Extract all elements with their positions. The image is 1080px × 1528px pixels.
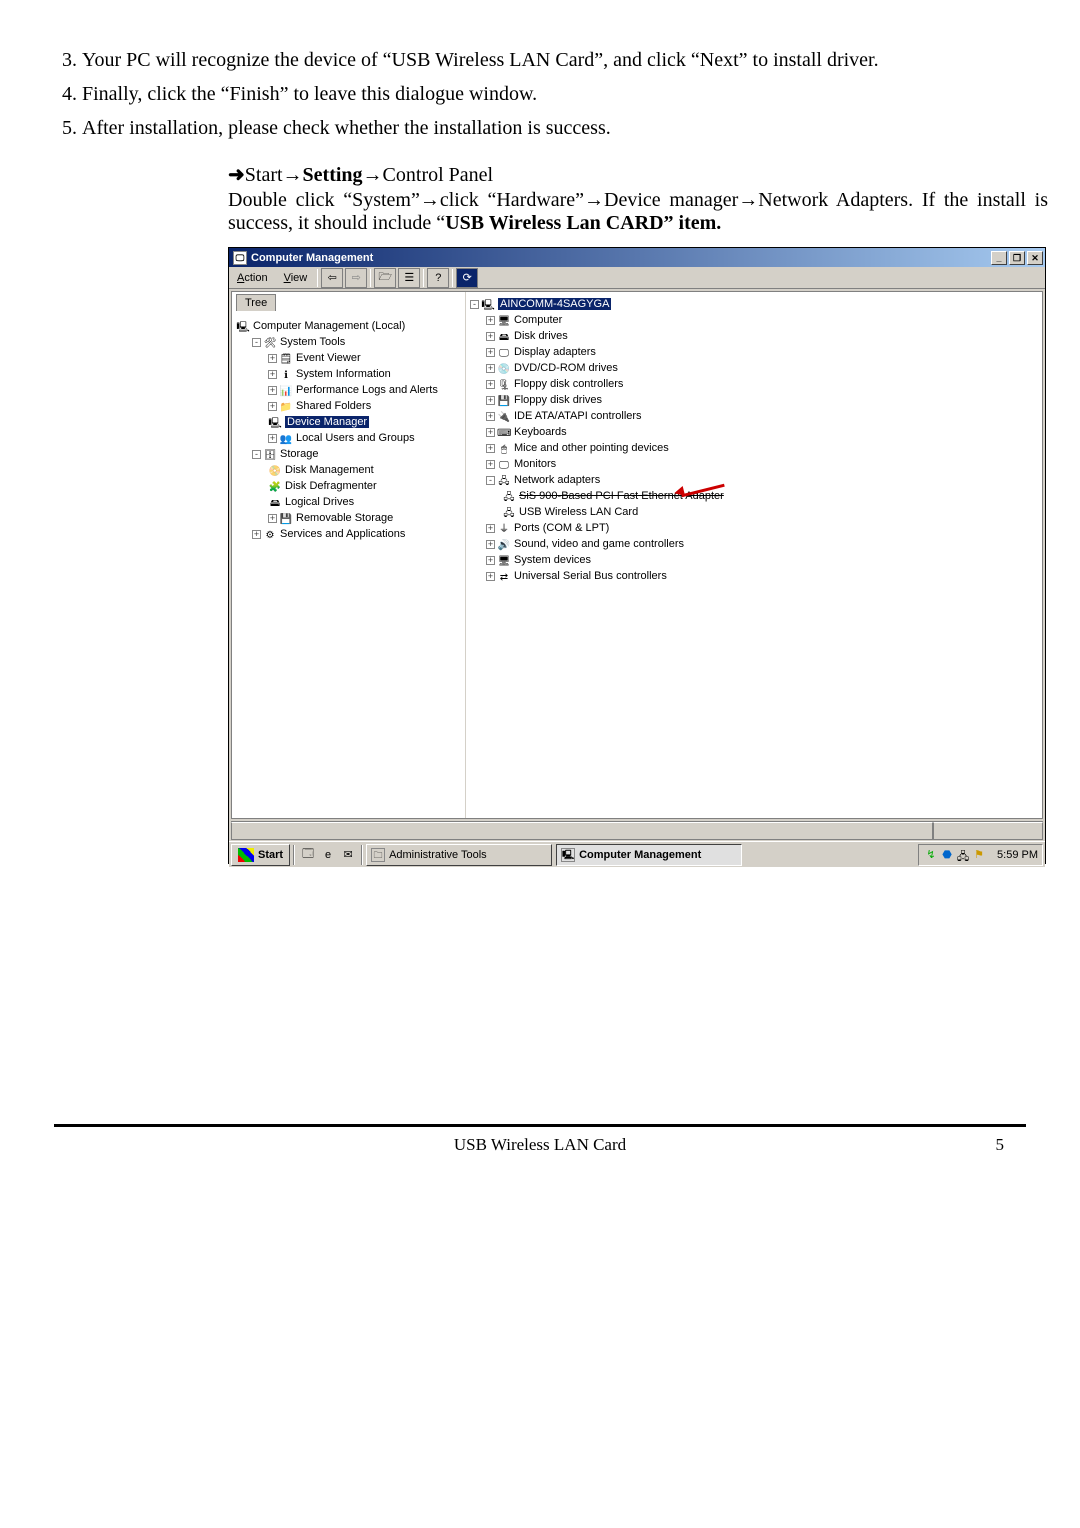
dev-computer[interactable]: +🖥Computer [486,312,1042,328]
callout-arrow-icon [676,480,726,498]
arrow-icon: ➜ [228,164,245,186]
up-button[interactable]: 🗁 [374,268,396,288]
tree-system-info[interactable]: +ℹSystem Information [268,366,465,382]
restore-button[interactable]: ❐ [1009,251,1025,265]
system-tray: ↯ ⬣ 🖧 ⚑ 5:59 PM [918,844,1043,866]
dev-mice[interactable]: +🖱Mice and other pointing devices [486,440,1042,456]
menu-action[interactable]: Action [229,270,276,286]
menu-bar: Action View ⇦ ⇨ 🗁 ☰ ? ⟳ [229,267,1045,289]
tree-logical-drives[interactable]: 🖴Logical Drives [268,494,465,510]
forward-button[interactable]: ⇨ [345,268,367,288]
tree-device-manager[interactable]: 🖳Device Manager [268,414,465,430]
tray-icon-1[interactable]: ↯ [924,848,938,862]
quicklaunch-desktop[interactable]: 🗔 [299,846,317,864]
footer: USB Wireless LAN Card 5 [54,1135,1026,1155]
dev-floppy-ctrl[interactable]: +🗜Floppy disk controllers [486,376,1042,392]
window-title: Computer Management [251,252,989,264]
statusbar-cell-2 [933,822,1043,840]
app-icon: 🖵 [233,251,247,265]
dev-ide[interactable]: +🔌IDE ATA/ATAPI controllers [486,408,1042,424]
tree-local-users[interactable]: +👥Local Users and Groups [268,430,465,446]
footer-rule-thin [54,1126,1026,1127]
dev-floppy-drives[interactable]: +💾Floppy disk drives [486,392,1042,408]
tree-services-apps[interactable]: +⚙Services and Applications [252,526,465,542]
computer-management-window: 🖵 Computer Management _ ❐ ✕ Action View … [228,247,1046,864]
dev-ports[interactable]: +⏚Ports (COM & LPT) [486,520,1042,536]
tree-removable-storage[interactable]: +💾Removable Storage [268,510,465,526]
status-bar [231,821,1043,839]
tray-icon-4[interactable]: ⚑ [972,848,986,862]
tree-pane: Tree 🖳Computer Management (Local) -🛠Syst… [232,292,466,818]
minimize-button[interactable]: _ [991,251,1007,265]
quicklaunch-ie[interactable]: e [319,846,337,864]
dev-root[interactable]: -🖳AINCOMM-4SAGYGA +🖥Computer +🖴Disk driv… [470,296,1042,584]
close-button[interactable]: ✕ [1027,251,1043,265]
task-computer-management[interactable]: 🖳 Computer Management [556,844,742,866]
dev-disk-drives[interactable]: +🖴Disk drives [486,328,1042,344]
computer-icon: 🖳 [561,848,575,862]
dev-system-devices[interactable]: +🖥System devices [486,552,1042,568]
tray-icon-2[interactable]: ⬣ [940,848,954,862]
nav-path: ➜Start→Setting→Control Panel [228,162,1048,187]
start-label: Start [258,849,283,861]
folder-icon: 🗀 [371,848,385,862]
footer-page-number: 5 [826,1135,1026,1155]
task-admin-tools[interactable]: 🗀 Administrative Tools [366,844,552,866]
explain-paragraph: Double click “System”→click “Hardware”→D… [228,189,1048,235]
tree-system-tools[interactable]: -🛠System Tools +🗒Event Viewer +ℹSystem I… [252,334,465,446]
tree-disk-defrag[interactable]: 🧩Disk Defragmenter [268,478,465,494]
clock[interactable]: 5:59 PM [997,849,1038,861]
dev-dvd[interactable]: +💿DVD/CD-ROM drives [486,360,1042,376]
properties-button[interactable]: ☰ [398,268,420,288]
tree-event-viewer[interactable]: +🗒Event Viewer [268,350,465,366]
footer-title: USB Wireless LAN Card [254,1135,826,1155]
tree-shared-folders[interactable]: +📁Shared Folders [268,398,465,414]
dev-sound[interactable]: +🔊Sound, video and game controllers [486,536,1042,552]
instruction-5: After installation, please check whether… [82,112,1026,144]
tree-disk-management[interactable]: 📀Disk Management [268,462,465,478]
quicklaunch-outlook[interactable]: ✉ [339,846,357,864]
tree-tab[interactable]: Tree [236,294,276,311]
dev-network[interactable]: -🖧Network adapters 🖧SiS 900-Based PCI Fa… [486,472,1042,520]
tree-storage[interactable]: -🗄Storage 📀Disk Management 🧩Disk Defragm… [252,446,465,526]
windows-logo-icon [238,848,254,862]
instruction-3: Your PC will recognize the device of “US… [82,44,1026,76]
dev-sis-adapter[interactable]: 🖧SiS 900-Based PCI Fast Ethernet Adapter [502,488,1042,504]
dev-usb-controllers[interactable]: +⇄Universal Serial Bus controllers [486,568,1042,584]
refresh-button[interactable]: ⟳ [456,268,478,288]
help-button[interactable]: ? [427,268,449,288]
tree-perf-logs[interactable]: +📊Performance Logs and Alerts [268,382,465,398]
window-titlebar[interactable]: 🖵 Computer Management _ ❐ ✕ [229,248,1045,267]
tree-root[interactable]: 🖳Computer Management (Local) -🛠System To… [236,318,465,542]
dev-monitors[interactable]: +🖵Monitors [486,456,1042,472]
start-button[interactable]: Start [231,844,290,866]
menu-view[interactable]: View [276,270,316,286]
statusbar-cell-1 [231,822,933,840]
device-pane: -🖳AINCOMM-4SAGYGA +🖥Computer +🖴Disk driv… [466,292,1042,818]
tray-icon-3[interactable]: 🖧 [956,848,970,862]
dev-usb-wlan[interactable]: 🖧USB Wireless LAN Card [502,504,1042,520]
instruction-4: Finally, click the “Finish” to leave thi… [82,78,1026,110]
back-button[interactable]: ⇦ [321,268,343,288]
dev-display[interactable]: +🖵Display adapters [486,344,1042,360]
taskbar: Start 🗔 e ✉ 🗀 Administrative Tools 🖳 Com… [229,841,1045,867]
dev-keyboards[interactable]: +⌨Keyboards [486,424,1042,440]
